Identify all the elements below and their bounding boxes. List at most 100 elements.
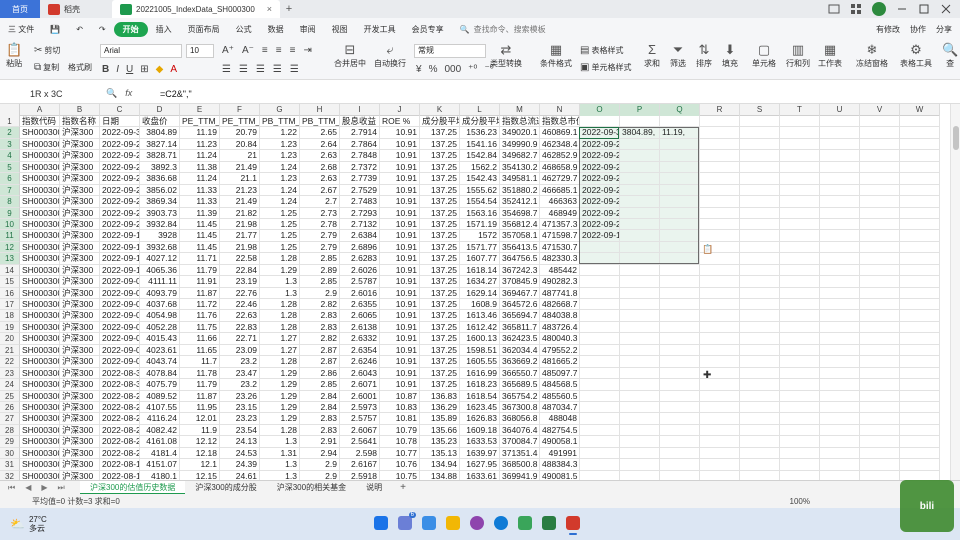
cell[interactable]: 10.75 bbox=[380, 470, 420, 480]
row-number[interactable]: 10 bbox=[0, 218, 20, 231]
cell[interactable] bbox=[580, 299, 620, 311]
cell[interactable] bbox=[860, 310, 900, 322]
cell[interactable] bbox=[820, 264, 860, 277]
cell[interactable]: 137.25 bbox=[420, 161, 460, 174]
cell[interactable]: 2022-09-28, bbox=[580, 150, 620, 162]
sheet-tab-constituents[interactable]: 沪深300的成分股 bbox=[185, 481, 266, 495]
cell[interactable]: 4078.84 bbox=[140, 367, 180, 380]
cell[interactable]: SH000300 bbox=[20, 321, 60, 334]
cell[interactable]: 1.3 bbox=[260, 436, 300, 448]
cell[interactable]: 490081.5 bbox=[540, 470, 580, 480]
cell[interactable] bbox=[620, 321, 660, 334]
italic-icon[interactable]: I bbox=[116, 64, 119, 75]
cell[interactable]: 1.27 bbox=[260, 344, 300, 357]
cell[interactable]: 1618.54 bbox=[460, 390, 500, 402]
menu-redo-icon[interactable]: ↷ bbox=[91, 25, 114, 34]
cell[interactable]: 10.91 bbox=[380, 253, 420, 265]
cell[interactable]: 1613.46 bbox=[460, 310, 500, 322]
cell[interactable]: 3856.02 bbox=[140, 184, 180, 197]
underline-icon[interactable]: U bbox=[126, 64, 133, 75]
cell[interactable]: 137.25 bbox=[420, 230, 460, 242]
column-header-M[interactable]: M bbox=[500, 104, 540, 116]
sheet-tab-valuation[interactable]: 沪深300的估值历史数据 bbox=[80, 480, 186, 495]
cell[interactable]: 11.24 bbox=[180, 173, 220, 185]
cell[interactable]: 466363 bbox=[540, 196, 580, 208]
cell[interactable]: 10.91 bbox=[380, 276, 420, 288]
cell[interactable]: 468658.9 bbox=[540, 161, 580, 174]
cell[interactable]: 4161.08 bbox=[140, 436, 180, 448]
cell[interactable]: 10.91 bbox=[380, 184, 420, 197]
cell[interactable] bbox=[700, 344, 740, 357]
cell[interactable]: 10.91 bbox=[380, 333, 420, 345]
cell[interactable]: 479552.2 bbox=[540, 344, 580, 357]
cell[interactable] bbox=[860, 447, 900, 460]
cell[interactable] bbox=[700, 264, 740, 277]
cell[interactable]: 2022-09-21, bbox=[580, 207, 620, 219]
cell[interactable]: 11.65 bbox=[180, 344, 220, 357]
cell[interactable]: 136.83 bbox=[420, 390, 460, 402]
cell[interactable]: 2022-09-26, bbox=[580, 173, 620, 185]
cell[interactable] bbox=[820, 367, 860, 380]
cell[interactable]: 2022-08-2 bbox=[100, 390, 140, 402]
cell[interactable] bbox=[820, 116, 860, 128]
cell[interactable] bbox=[740, 367, 780, 380]
cell[interactable] bbox=[740, 264, 780, 277]
cell[interactable] bbox=[700, 127, 740, 139]
cell[interactable]: 21.98 bbox=[220, 241, 260, 254]
cell[interactable]: 1.3 bbox=[260, 470, 300, 480]
cell[interactable] bbox=[900, 299, 940, 311]
cell[interactable]: 137.25 bbox=[420, 196, 460, 208]
column-header-G[interactable]: G bbox=[260, 104, 300, 116]
cell[interactable]: 1626.83 bbox=[460, 413, 500, 425]
cell[interactable]: 1.24 bbox=[260, 184, 300, 197]
row-number[interactable]: 32 bbox=[0, 470, 20, 480]
cell[interactable]: SH000300 bbox=[20, 470, 60, 480]
cell[interactable]: 490058.1 bbox=[540, 436, 580, 448]
cell[interactable]: 沪深300 bbox=[60, 310, 100, 322]
cell[interactable] bbox=[660, 379, 700, 391]
cell[interactable]: 10.77 bbox=[380, 447, 420, 460]
cell[interactable]: 2022-09-3, bbox=[580, 127, 620, 139]
cell[interactable] bbox=[660, 436, 700, 448]
cell[interactable]: 21.1 bbox=[220, 173, 260, 185]
cell[interactable]: 2.63 bbox=[300, 150, 340, 162]
cell[interactable] bbox=[700, 116, 740, 128]
cell[interactable]: 23.09 bbox=[220, 344, 260, 357]
cell[interactable]: 1563.16 bbox=[460, 207, 500, 219]
cell[interactable]: 2022-08-2 bbox=[100, 447, 140, 460]
cell[interactable]: 4082.42 bbox=[140, 424, 180, 437]
cell[interactable] bbox=[660, 253, 700, 265]
column-header-O[interactable]: O bbox=[580, 104, 620, 116]
cell[interactable]: 11.72 bbox=[180, 299, 220, 311]
cell[interactable]: 2.68 bbox=[300, 161, 340, 174]
cell[interactable]: 指数名称 bbox=[60, 116, 100, 128]
cell[interactable]: 沪深300 bbox=[60, 390, 100, 402]
row-number[interactable]: 1 bbox=[0, 116, 20, 128]
cell[interactable] bbox=[740, 276, 780, 288]
cell[interactable] bbox=[620, 207, 660, 219]
avatar[interactable] bbox=[872, 2, 886, 16]
cell[interactable]: 沪深300 bbox=[60, 127, 100, 139]
cell[interactable]: 11.9 bbox=[180, 424, 220, 437]
cell[interactable]: 1627.95 bbox=[460, 459, 500, 471]
cell[interactable]: 2022-09-2 bbox=[100, 150, 140, 162]
cell[interactable]: SH000300 bbox=[20, 379, 60, 391]
spreadsheet-grid[interactable]: ABCDEFGHIJKLMNOPQRSTUVW 1 指数代码 指数名称 日期 收盘价 PE… bbox=[0, 104, 950, 480]
column-header-B[interactable]: B bbox=[60, 104, 100, 116]
cell[interactable] bbox=[780, 367, 820, 380]
menu-developer[interactable]: 开发工具 bbox=[356, 24, 404, 35]
indent-icon[interactable]: ⇥ bbox=[303, 45, 311, 56]
cell[interactable] bbox=[620, 230, 660, 242]
cell[interactable]: 2.91 bbox=[300, 436, 340, 448]
cell[interactable]: 11.91 bbox=[180, 276, 220, 288]
cell[interactable]: 1.23 bbox=[260, 138, 300, 151]
table-style-button[interactable]: ▤ 表格样式 bbox=[580, 45, 623, 56]
cell[interactable] bbox=[740, 287, 780, 299]
cell[interactable]: 366550.7 bbox=[500, 367, 540, 380]
cell[interactable] bbox=[820, 356, 860, 368]
cell[interactable]: 3836.68 bbox=[140, 173, 180, 185]
cell[interactable] bbox=[900, 127, 940, 139]
cell[interactable]: 4015.43 bbox=[140, 333, 180, 345]
cell[interactable] bbox=[820, 310, 860, 322]
cell[interactable] bbox=[820, 241, 860, 254]
